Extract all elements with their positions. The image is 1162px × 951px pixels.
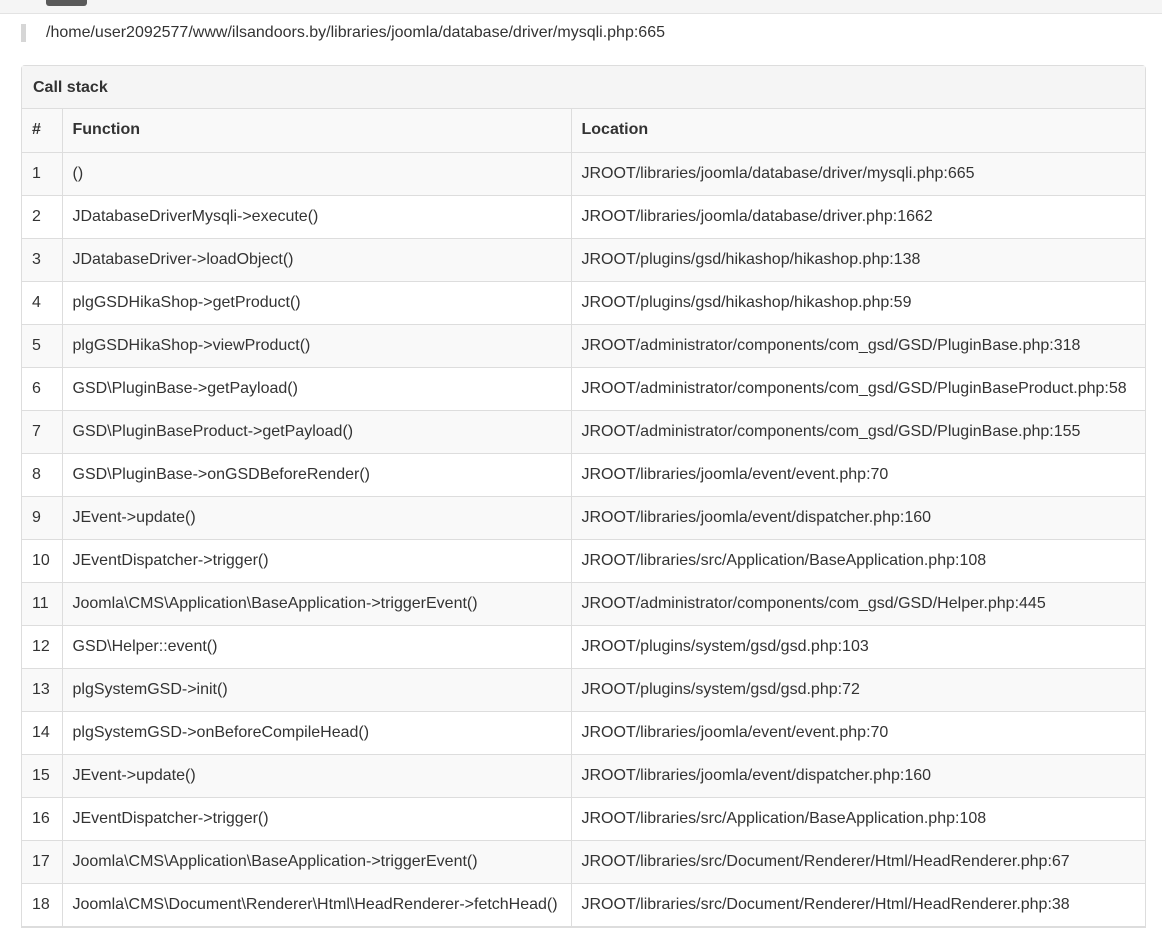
frame-location: JROOT/administrator/components/com_gsd/G… xyxy=(571,324,1145,368)
frame-number: 8 xyxy=(22,453,63,497)
frame-number: 7 xyxy=(22,410,63,454)
frame-function: GSD\PluginBaseProduct->getPayload() xyxy=(62,410,572,454)
call-stack-title: Call stack xyxy=(22,66,1145,109)
frame-function: plgSystemGSD->init() xyxy=(62,668,572,712)
table-row: 12 GSD\Helper::event() JROOT/plugins/syste… xyxy=(22,625,1145,669)
frame-function: JEventDispatcher->trigger() xyxy=(62,539,572,583)
frame-location: JROOT/libraries/joomla/event/dispatcher.… xyxy=(571,496,1145,540)
frame-number: 5 xyxy=(22,324,63,368)
table-row: 10 JEventDispatcher->trigger() JROOT/libra… xyxy=(22,539,1145,583)
frame-location: JROOT/plugins/system/gsd/gsd.php:103 xyxy=(571,625,1145,669)
frame-number: 9 xyxy=(22,496,63,540)
table-header-row: # Function Location xyxy=(22,109,1145,153)
table-row: 16 JEventDispatcher->trigger() JROOT/libra… xyxy=(22,797,1145,841)
clipped-label-block xyxy=(46,0,87,6)
table-row: 9 JEvent->update() JROOT/libraries/joomla/… xyxy=(22,496,1145,540)
page-top-strip xyxy=(0,0,1162,14)
frame-function: JEvent->update() xyxy=(62,754,572,798)
table-row: 15 JEvent->update() JROOT/libraries/joomla… xyxy=(22,754,1145,798)
call-stack-rows: 1() JROOT/libraries/joomla/database/drive… xyxy=(22,152,1145,927)
table-row: 13 plgSystemGSD->init() JROOT/plugins/syst… xyxy=(22,668,1145,712)
frame-function: () xyxy=(62,152,572,196)
frame-number: 12 xyxy=(22,625,63,669)
frame-location: JROOT/libraries/src/Application/BaseAppl… xyxy=(571,539,1145,583)
frame-function: plgGSDHikaShop->viewProduct() xyxy=(62,324,572,368)
frame-function: plgGSDHikaShop->getProduct() xyxy=(62,281,572,325)
frame-location: JROOT/libraries/joomla/event/event.php:7… xyxy=(571,453,1145,497)
frame-location: JROOT/libraries/joomla/event/dispatcher.… xyxy=(571,754,1145,798)
frame-function: plgSystemGSD->onBeforeCompileHead() xyxy=(62,711,572,755)
table-row: 4 plgGSDHikaShop->getProduct() JROOT/plugi… xyxy=(22,281,1145,325)
frame-location: JROOT/libraries/src/Application/BaseAppl… xyxy=(571,797,1145,841)
table-row: 11 Joomla\CMS\Application\BaseApplication… xyxy=(22,582,1145,626)
column-header-function: Function xyxy=(62,109,572,153)
frame-location: JROOT/plugins/gsd/hikashop/hikashop.php:… xyxy=(571,238,1145,282)
frame-function: Joomla\CMS\Document\Renderer\Html\HeadRe… xyxy=(62,883,572,927)
frame-location: JROOT/libraries/joomla/database/driver.p… xyxy=(571,195,1145,239)
frame-location: JROOT/administrator/components/com_gsd/G… xyxy=(571,410,1145,454)
table-row: 7 GSD\PluginBaseProduct->getPayload() JROO… xyxy=(22,410,1145,454)
frame-number: 3 xyxy=(22,238,63,282)
frame-function: Joomla\CMS\Application\BaseApplication->… xyxy=(62,582,572,626)
frame-number: 15 xyxy=(22,754,63,798)
table-row: 17 Joomla\CMS\Application\BaseApplication… xyxy=(22,840,1145,884)
call-stack-panel: Call stack # Function Location 1() JROOT/… xyxy=(21,65,1146,928)
frame-function: GSD\PluginBase->getPayload() xyxy=(62,367,572,411)
frame-number: 10 xyxy=(22,539,63,583)
frame-number: 18 xyxy=(22,883,63,927)
frame-function: JDatabaseDriverMysqli->execute() xyxy=(62,195,572,239)
table-row: 3 JDatabaseDriver->loadObject() JROOT/plug… xyxy=(22,238,1145,282)
frame-location: JROOT/administrator/components/com_gsd/G… xyxy=(571,582,1145,626)
frame-function: Joomla\CMS\Application\BaseApplication->… xyxy=(62,840,572,884)
call-stack-table: # Function Location 1() JROOT/libraries/j… xyxy=(22,109,1145,927)
error-location-path: /home/user2092577/www/ilsandoors.by/libr… xyxy=(21,24,665,42)
frame-location: JROOT/libraries/joomla/database/driver/m… xyxy=(571,152,1145,196)
frame-function: JDatabaseDriver->loadObject() xyxy=(62,238,572,282)
table-row: 1() JROOT/libraries/joomla/database/drive… xyxy=(22,152,1145,196)
frame-number: 14 xyxy=(22,711,63,755)
frame-location: JROOT/libraries/src/Document/Renderer/Ht… xyxy=(571,840,1145,884)
table-row: 14 plgSystemGSD->onBeforeCompileHead() JRO… xyxy=(22,711,1145,755)
frame-function: GSD\Helper::event() xyxy=(62,625,572,669)
frame-number: 13 xyxy=(22,668,63,712)
frame-number: 2 xyxy=(22,195,63,239)
frame-number: 11 xyxy=(22,582,63,626)
frame-number: 16 xyxy=(22,797,63,841)
frame-location: JROOT/libraries/joomla/event/event.php:7… xyxy=(571,711,1145,755)
frame-location: JROOT/libraries/src/Document/Renderer/Ht… xyxy=(571,883,1145,927)
frame-number: 17 xyxy=(22,840,63,884)
frame-function: JEvent->update() xyxy=(62,496,572,540)
frame-location: JROOT/plugins/system/gsd/gsd.php:72 xyxy=(571,668,1145,712)
frame-number: 1 xyxy=(22,152,63,196)
table-row: 18 Joomla\CMS\Document\Renderer\Html\Head… xyxy=(22,883,1145,927)
table-row: 2 JDatabaseDriverMysqli->execute() JROOT/l… xyxy=(22,195,1145,239)
table-row: 8 GSD\PluginBase->onGSDBeforeRender() JROO… xyxy=(22,453,1145,497)
frame-location: JROOT/plugins/gsd/hikashop/hikashop.php:… xyxy=(571,281,1145,325)
column-header-location: Location xyxy=(571,109,1145,153)
frame-number: 6 xyxy=(22,367,63,411)
frame-function: GSD\PluginBase->onGSDBeforeRender() xyxy=(62,453,572,497)
table-row: 6 GSD\PluginBase->getPayload() JROOT/admin… xyxy=(22,367,1145,411)
table-row: 5 plgGSDHikaShop->viewProduct() JROOT/admi… xyxy=(22,324,1145,368)
frame-number: 4 xyxy=(22,281,63,325)
frame-location: JROOT/administrator/components/com_gsd/G… xyxy=(571,367,1145,411)
frame-function: JEventDispatcher->trigger() xyxy=(62,797,572,841)
column-header-num: # xyxy=(22,109,63,153)
